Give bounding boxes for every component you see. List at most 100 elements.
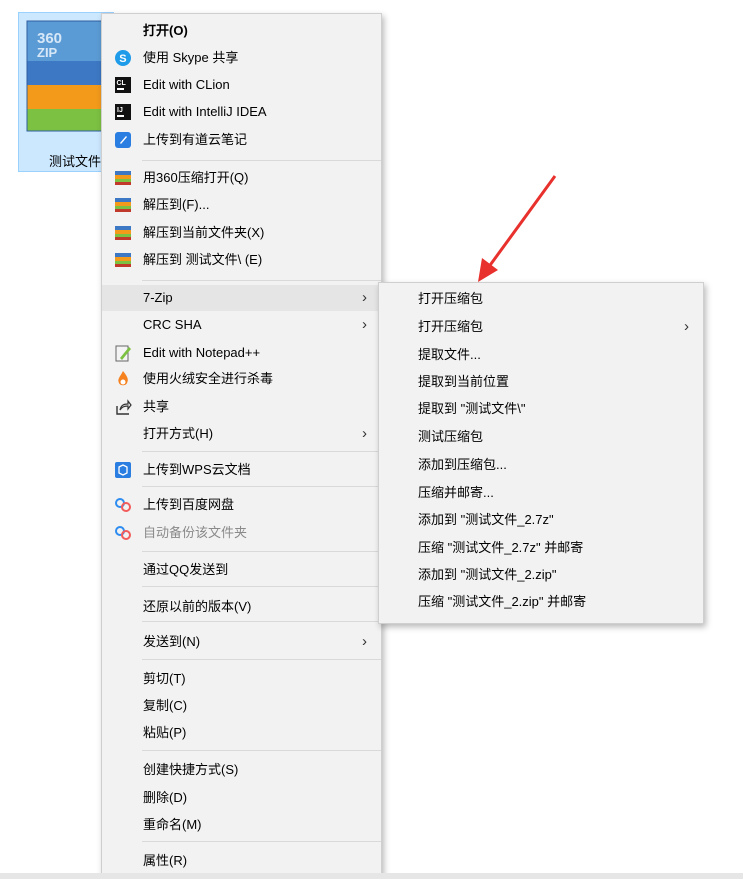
- submenu-item-label: 打开压缩包: [418, 291, 484, 306]
- annotation-arrow-icon: [478, 175, 557, 282]
- menu-item-label: 解压到当前文件夹(X): [143, 225, 265, 240]
- file-name-label: 测试文件: [49, 154, 102, 169]
- menu-item-10[interactable]: 7-Zip ›: [102, 285, 381, 311]
- menu-separator: [142, 551, 381, 552]
- menu-item-label: 上传到WPS云文档: [143, 462, 251, 477]
- menu-item-label: 打开方式(H): [143, 426, 214, 441]
- submenu-item-label: 添加到 "测试文件_2.7z": [418, 512, 554, 527]
- menu-item-11[interactable]: CRC SHA ›: [102, 312, 381, 338]
- menu-item-9[interactable]: 解压到 测试文件\ (E): [102, 247, 381, 273]
- submenu-item-label: 压缩 "测试文件_2.zip" 并邮寄: [418, 594, 587, 609]
- menu-item-2[interactable]: S 使用 Skype 共享: [102, 45, 381, 71]
- 360zip-icon: [114, 169, 132, 187]
- submenu-item-2[interactable]: 打开压缩包 ›: [379, 314, 703, 340]
- menu-item-20[interactable]: 还原以前的版本(V): [102, 594, 381, 620]
- svg-text:CL: CL: [117, 80, 127, 87]
- submenu-item-label: 测试压缩包: [418, 429, 484, 444]
- submenu-item-7[interactable]: 添加到压缩包...: [379, 452, 703, 478]
- menu-item-24[interactable]: 粘贴(P): [102, 720, 381, 746]
- menu-separator: [142, 486, 381, 487]
- submenu-item-4[interactable]: 提取到当前位置: [379, 369, 703, 395]
- menu-item-15[interactable]: 打开方式(H) ›: [102, 421, 381, 447]
- menu-item-label: 上传到有道云笔记: [143, 132, 248, 147]
- submenu-item-5[interactable]: 提取到 "测试文件\": [379, 396, 703, 422]
- menu-item-26[interactable]: 删除(D): [102, 785, 381, 811]
- submenu-item-label: 添加到 "测试文件_2.zip": [418, 567, 557, 582]
- menu-separator: [142, 586, 381, 587]
- menu-item-label: 通过QQ发送到: [143, 562, 229, 577]
- menu-item-label: 复制(C): [143, 698, 188, 713]
- submenu-item-label: 压缩并邮寄...: [418, 485, 494, 500]
- submenu-item-label: 打开压缩包: [418, 319, 484, 334]
- menu-item-25[interactable]: 创建快捷方式(S): [102, 757, 381, 783]
- menu-item-label: 使用火绒安全进行杀毒: [143, 371, 274, 386]
- menu-item-6[interactable]: 用360压缩打开(Q): [102, 165, 381, 191]
- submenu-item-label: 添加到压缩包...: [418, 457, 507, 472]
- chevron-right-icon: ›: [362, 316, 367, 333]
- submenu-item-label: 提取到当前位置: [418, 374, 510, 389]
- menu-separator: [142, 160, 381, 161]
- submenu-item-8[interactable]: 压缩并邮寄...: [379, 480, 703, 506]
- menu-item-1[interactable]: 打开(O): [102, 18, 381, 44]
- menu-item-label: 创建快捷方式(S): [143, 762, 239, 777]
- menu-item-23[interactable]: 复制(C): [102, 693, 381, 719]
- menu-item-label: 剪切(T): [143, 671, 186, 686]
- menu-item-label: Edit with CLion: [143, 77, 230, 92]
- menu-item-8[interactable]: 解压到当前文件夹(X): [102, 220, 381, 246]
- baidu-netdisk-icon: [114, 496, 132, 514]
- menu-item-14[interactable]: 共享: [102, 394, 381, 420]
- menu-item-16[interactable]: 上传到WPS云文档: [102, 457, 381, 483]
- submenu-item-12[interactable]: 压缩 "测试文件_2.zip" 并邮寄: [379, 589, 703, 615]
- chevron-right-icon: ›: [362, 289, 367, 306]
- menu-separator: [142, 280, 381, 281]
- submenu-item-10[interactable]: 压缩 "测试文件_2.7z" 并邮寄: [379, 535, 703, 561]
- submenu-item-11[interactable]: 添加到 "测试文件_2.zip": [379, 562, 703, 588]
- menu-item-label: CRC SHA: [143, 317, 202, 332]
- menu-item-21[interactable]: 发送到(N) ›: [102, 629, 381, 655]
- menu-item-5[interactable]: 上传到有道云笔记: [102, 127, 381, 153]
- menu-separator: [142, 841, 381, 842]
- menu-item-12[interactable]: Edit with Notepad++: [102, 340, 381, 366]
- menu-separator: [142, 621, 381, 622]
- skype-icon: S: [114, 49, 132, 67]
- menu-item-19[interactable]: 通过QQ发送到: [102, 557, 381, 583]
- menu-item-label: 还原以前的版本(V): [143, 599, 252, 614]
- 360zip-icon: [114, 196, 132, 214]
- 360zip-icon: [114, 224, 132, 242]
- submenu-item-1[interactable]: 打开压缩包: [379, 286, 703, 312]
- menu-item-4[interactable]: IJ Edit with IntelliJ IDEA: [102, 99, 381, 125]
- menu-item-3[interactable]: CL Edit with CLion: [102, 72, 381, 98]
- menu-separator: [142, 750, 381, 751]
- menu-item-17[interactable]: 上传到百度网盘: [102, 492, 381, 518]
- menu-item-label: 用360压缩打开(Q): [143, 170, 249, 185]
- menu-item-27[interactable]: 重命名(M): [102, 812, 381, 838]
- wps-cloud-icon: [114, 461, 132, 479]
- svg-text:IJ: IJ: [117, 107, 123, 114]
- menu-item-label: Edit with IntelliJ IDEA: [143, 104, 267, 119]
- chevron-right-icon: ›: [362, 425, 367, 442]
- 7zip-submenu: 打开压缩包 打开压缩包 › 提取文件... 提取到当前位置 提取到 "测试文件\" 测试压缩…: [378, 282, 704, 624]
- menu-separator: [142, 659, 381, 660]
- submenu-item-3[interactable]: 提取文件...: [379, 342, 703, 368]
- clion-icon: CL: [114, 76, 132, 94]
- menu-item-label: 解压到 测试文件\ (E): [143, 252, 263, 267]
- menu-item-label: 粘贴(P): [143, 725, 187, 740]
- menu-item-28[interactable]: 属性(R): [102, 848, 381, 874]
- menu-item-label: 共享: [143, 399, 170, 414]
- 360zip-archive-icon: 360 ZIP: [26, 20, 106, 132]
- menu-item-13[interactable]: 使用火绒安全进行杀毒: [102, 366, 381, 392]
- submenu-item-6[interactable]: 测试压缩包: [379, 424, 703, 450]
- context-menu: 打开(O) S 使用 Skype 共享 CL Edit with CLion IJ Edit…: [101, 13, 382, 879]
- intellij-icon: IJ: [114, 103, 132, 121]
- submenu-item-9[interactable]: 添加到 "测试文件_2.7z": [379, 507, 703, 533]
- notepadpp-icon: [114, 344, 132, 362]
- youdao-note-icon: [114, 131, 132, 149]
- menu-item-label: Edit with Notepad++: [143, 345, 261, 360]
- huorong-icon: [114, 370, 132, 388]
- chevron-right-icon: ›: [684, 318, 689, 335]
- menu-item-7[interactable]: 解压到(F)...: [102, 192, 381, 218]
- menu-item-label: 打开(O): [143, 23, 188, 38]
- menu-item-18: 自动备份该文件夹: [102, 520, 381, 546]
- menu-item-22[interactable]: 剪切(T): [102, 666, 381, 692]
- desktop-file-item[interactable]: 360 ZIP 测试文件: [18, 12, 114, 172]
